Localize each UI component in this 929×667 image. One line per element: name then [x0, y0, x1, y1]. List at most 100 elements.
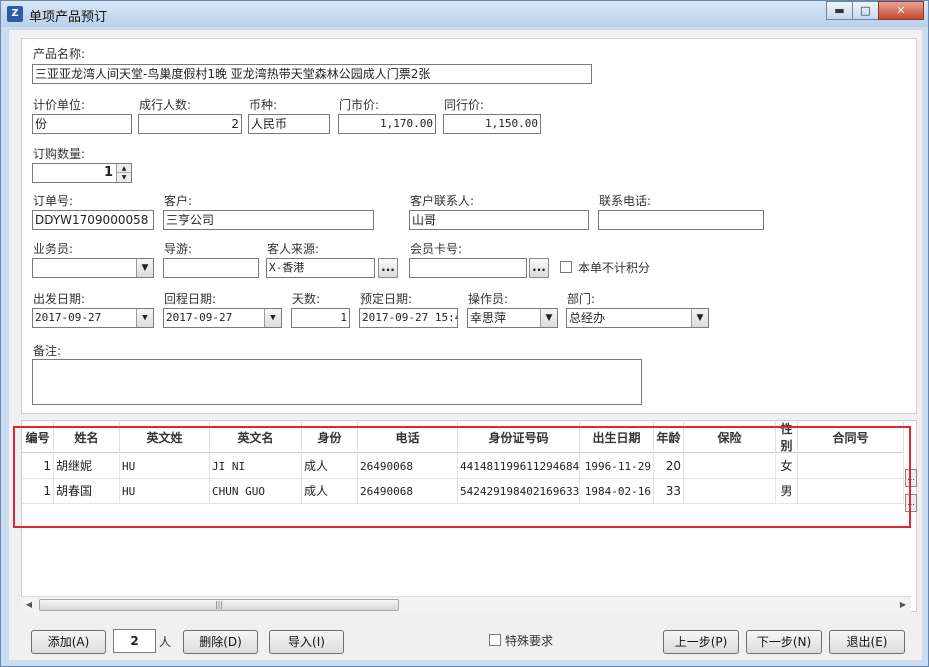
count-field[interactable]: 2 [113, 629, 156, 653]
customer-contact-field[interactable]: 山哥 [409, 210, 589, 230]
table-cell[interactable]: 20 [654, 454, 684, 479]
special-request-checkbox[interactable] [489, 634, 501, 646]
client-area: 产品名称: 三亚亚龙湾人间天堂-鸟巢度假村1晚 亚龙湾热带天堂森林公园成人门票2… [9, 30, 922, 660]
days-field[interactable]: 1 [291, 308, 350, 328]
table-cell[interactable]: 33 [654, 479, 684, 504]
guide-field[interactable] [163, 258, 259, 278]
scroll-right-icon[interactable]: ▶ [895, 597, 911, 613]
salesman-combo[interactable]: ▼ [32, 258, 154, 278]
spin-down-icon[interactable]: ▼ [117, 173, 131, 182]
table-cell[interactable]: 女 [776, 454, 798, 479]
remark-label: 备注: [33, 344, 62, 358]
column-header[interactable]: 合同号 [798, 421, 904, 453]
scroll-thumb[interactable]: ||| [39, 599, 399, 611]
row-action-button[interactable]: … [905, 494, 917, 512]
chevron-down-icon[interactable]: ▼ [691, 309, 708, 327]
guest-source-field[interactable]: X-香港 [266, 258, 375, 278]
operator-combo[interactable]: 幸思萍 ▼ [467, 308, 558, 328]
peer-price-label: 同行价: [444, 98, 485, 112]
column-header[interactable]: 身份 [302, 421, 358, 453]
column-header[interactable]: 电话 [358, 421, 458, 453]
chevron-down-icon[interactable]: ▼ [264, 309, 281, 327]
table-cell[interactable]: 1984-02-16 [580, 479, 654, 504]
close-icon[interactable]: ✕ [878, 1, 924, 20]
column-header[interactable]: 英文姓 [120, 421, 210, 453]
grid-header: 编号 姓名 英文姓 英文名 身份 电话 身份证号码 出生日期 年龄 保险 性别 合同号 [22, 421, 904, 453]
chevron-down-icon[interactable]: ▼ [136, 309, 153, 327]
quantity-stepper[interactable]: 1 ▲ ▼ [32, 163, 132, 183]
depart-date-combo[interactable]: 2017-09-27 ▼ [32, 308, 154, 328]
quantity-spin[interactable]: ▲ ▼ [116, 164, 131, 182]
booking-date-field[interactable]: 2017-09-27 15:49 [359, 308, 458, 328]
table-cell[interactable]: 成人 [302, 454, 358, 479]
delete-button[interactable]: 删除(D) [183, 630, 258, 654]
operator-label: 操作员: [468, 292, 509, 306]
guide-label: 导游: [164, 242, 193, 256]
column-header[interactable]: 身份证号码 [458, 421, 580, 453]
member-card-browse-button[interactable]: ... [529, 258, 549, 278]
minimize-icon[interactable]: ▬ [826, 1, 853, 20]
table-cell[interactable]: 542429198402169633 [458, 479, 580, 504]
department-combo[interactable]: 总经办 ▼ [566, 308, 709, 328]
import-button[interactable]: 导入(I) [269, 630, 344, 654]
table-cell[interactable]: JI NI [210, 454, 302, 479]
order-no-field[interactable]: DDYW1709000058 [32, 210, 154, 230]
table-cell[interactable]: HU [120, 479, 210, 504]
no-points-checkbox[interactable] [560, 261, 572, 273]
column-header[interactable]: 保险 [684, 421, 776, 453]
remark-textarea[interactable] [32, 359, 642, 405]
next-button[interactable]: 下一步(N) [746, 630, 822, 654]
table-cell[interactable]: 胡春国 [54, 479, 120, 504]
member-card-field[interactable] [409, 258, 527, 278]
title-bar: Z 单项产品预订 ▬ □ ✕ [1, 1, 928, 27]
table-cell[interactable]: 成人 [302, 479, 358, 504]
row-action-button[interactable]: … [905, 469, 917, 487]
exit-button[interactable]: 退出(E) [829, 630, 905, 654]
member-card-label: 会员卡号: [410, 242, 463, 256]
maximize-icon[interactable]: □ [852, 1, 879, 20]
table-cell[interactable]: 26490068 [358, 479, 458, 504]
add-button[interactable]: 添加(A) [31, 630, 106, 654]
peer-price-field[interactable]: 1,150.00 [443, 114, 541, 134]
table-cell[interactable]: 441481199611294684 [458, 454, 580, 479]
table-row[interactable]: 1 胡春国 HU CHUN GUO 成人 26490068 5424291984021696… [22, 479, 904, 504]
table-cell[interactable]: 男 [776, 479, 798, 504]
table-cell[interactable]: 胡继妮 [54, 454, 120, 479]
product-name-field[interactable]: 三亚亚龙湾人间天堂-鸟巢度假村1晚 亚龙湾热带天堂森林公园成人门票2张 [32, 64, 592, 84]
table-cell[interactable]: 1 [22, 479, 54, 504]
table-cell[interactable]: 26490068 [358, 454, 458, 479]
department-value: 总经办 [569, 311, 606, 325]
people-label: 成行人数: [139, 98, 192, 112]
column-header[interactable]: 姓名 [54, 421, 120, 453]
scroll-left-icon[interactable]: ◀ [21, 597, 37, 613]
column-header[interactable]: 编号 [22, 421, 54, 453]
column-header[interactable]: 英文名 [210, 421, 302, 453]
retail-price-field[interactable]: 1,170.00 [338, 114, 436, 134]
column-header[interactable]: 性别 [776, 421, 798, 453]
unit-field[interactable]: 份 [32, 114, 132, 134]
table-row[interactable]: 1 胡继妮 HU JI NI 成人 26490068 441481199611294684 1… [22, 454, 904, 479]
customer-field[interactable]: 三亨公司 [163, 210, 374, 230]
table-cell[interactable]: CHUN GUO [210, 479, 302, 504]
column-header[interactable]: 年龄 [654, 421, 684, 453]
prev-button[interactable]: 上一步(P) [663, 630, 739, 654]
return-date-combo[interactable]: 2017-09-27 ▼ [163, 308, 282, 328]
table-cell[interactable] [684, 454, 776, 479]
table-cell[interactable] [798, 479, 904, 504]
people-field[interactable]: 2 [138, 114, 242, 134]
horizontal-scrollbar[interactable]: ◀ ||| ▶ [21, 596, 911, 612]
currency-label: 币种: [249, 98, 278, 112]
table-cell[interactable]: 1996-11-29 [580, 454, 654, 479]
table-cell[interactable] [684, 479, 776, 504]
table-cell[interactable]: HU [120, 454, 210, 479]
table-cell[interactable] [798, 454, 904, 479]
phone-field[interactable] [598, 210, 764, 230]
spin-up-icon[interactable]: ▲ [117, 164, 131, 173]
chevron-down-icon[interactable]: ▼ [540, 309, 557, 327]
currency-field[interactable]: 人民币 [248, 114, 330, 134]
quantity-value: 1 [103, 165, 113, 180]
table-cell[interactable]: 1 [22, 454, 54, 479]
column-header[interactable]: 出生日期 [580, 421, 654, 453]
chevron-down-icon[interactable]: ▼ [136, 259, 153, 277]
guest-source-browse-button[interactable]: ... [378, 258, 398, 278]
